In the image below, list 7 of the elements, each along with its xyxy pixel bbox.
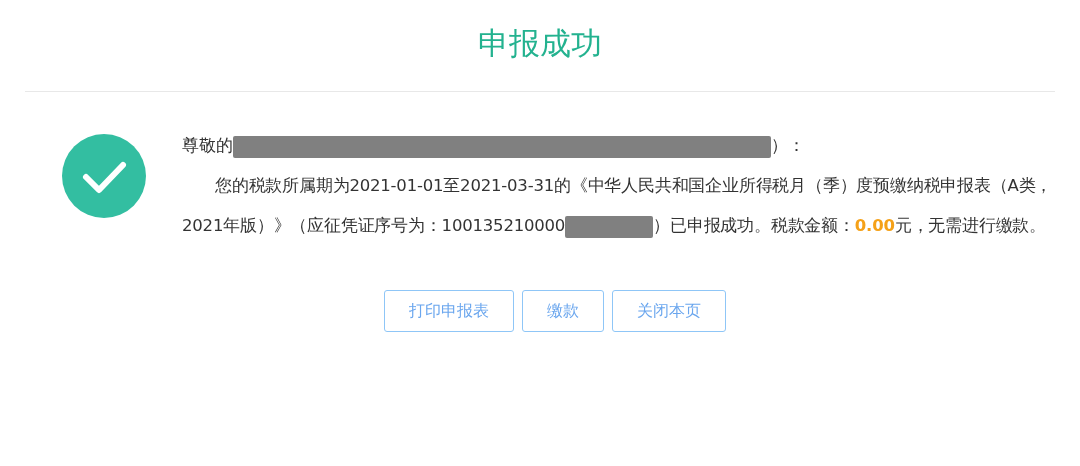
greeting-text: 尊敬的 ）： xyxy=(182,126,1055,166)
message-text: 您的税款所属期为2021-01-01至2021-03-31的《中华人民共和国企业所得税月（季）度预缴纳税申报表（A类，2021年版）》（应征凭证序号为：100135210000 ）已申报成功。税款金额：0.00元，无需进行缴款。 xyxy=(182,166,1055,246)
action-button[interactable]: 关闭本页 xyxy=(612,290,726,332)
action-button[interactable]: 打印申报表 xyxy=(384,290,514,332)
action-button[interactable]: 缴款 xyxy=(522,290,604,332)
page-title: 申报成功 xyxy=(25,0,1055,92)
check-icon xyxy=(62,134,146,218)
